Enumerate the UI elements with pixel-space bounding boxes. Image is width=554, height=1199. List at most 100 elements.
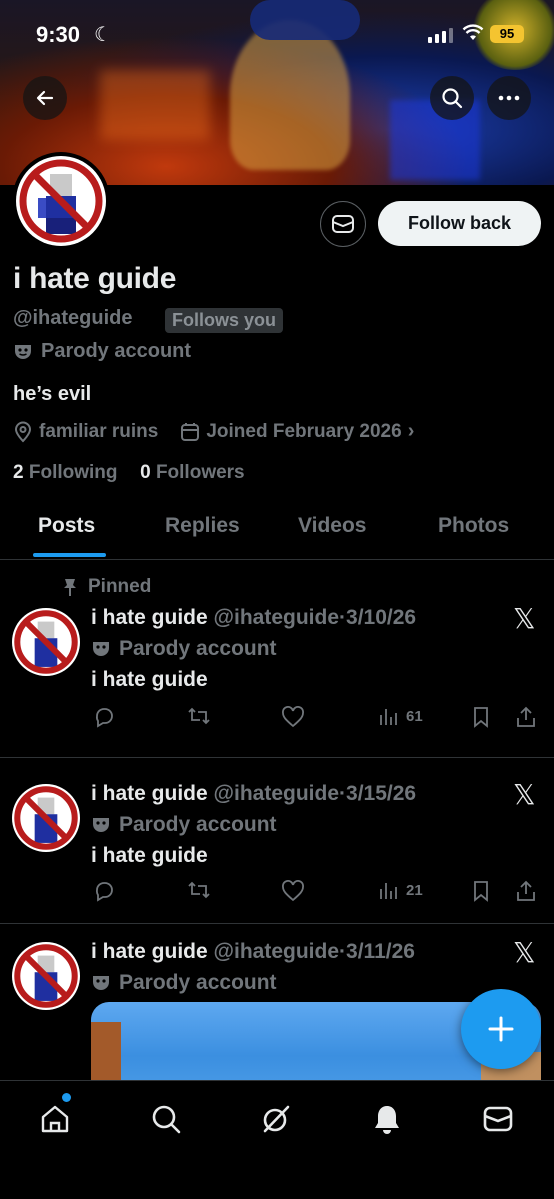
views-button[interactable]: 21 bbox=[378, 880, 423, 900]
nav-messages[interactable] bbox=[480, 1101, 516, 1137]
views-count: 21 bbox=[406, 881, 423, 899]
share-icon bbox=[517, 706, 535, 727]
nav-grok[interactable] bbox=[258, 1101, 294, 1137]
profile-avatar[interactable] bbox=[12, 152, 110, 250]
post-parody-label: Parody account bbox=[91, 637, 277, 661]
nav-search[interactable] bbox=[148, 1101, 184, 1137]
avatar-image bbox=[19, 159, 103, 243]
nav-notifications[interactable] bbox=[369, 1101, 405, 1137]
followers-link[interactable]: 0 Followers bbox=[140, 462, 245, 483]
profile-joined[interactable]: Joined February 2026 bbox=[206, 421, 401, 443]
profile-display-name: i hate guide bbox=[13, 262, 177, 295]
cellular-signal-icon bbox=[428, 28, 453, 43]
profile-tabs: Posts Replies Videos Photos bbox=[0, 508, 554, 560]
post-text: i hate guide bbox=[91, 844, 208, 867]
follows-you-badge: Follows you bbox=[165, 308, 284, 333]
post-header: i hate guide @ihateguide·3/15/26 bbox=[91, 782, 416, 806]
repost-icon bbox=[188, 881, 210, 899]
post-separator: · bbox=[339, 940, 347, 963]
moon-icon: ☾ bbox=[94, 24, 112, 46]
profile-handle: @ihateguide bbox=[13, 307, 133, 329]
following-count: 2 bbox=[13, 462, 24, 483]
follow-back-button[interactable]: Follow back bbox=[378, 201, 541, 246]
like-button[interactable] bbox=[281, 880, 305, 902]
reply-icon bbox=[95, 708, 113, 728]
followers-count: 0 bbox=[140, 462, 151, 483]
post-item[interactable]: i hate guide @ihateguide·3/15/26 𝕏 Parod… bbox=[0, 758, 554, 924]
bell-icon bbox=[375, 1106, 399, 1134]
repost-icon bbox=[188, 707, 210, 725]
follow-stats: 2 Following 0 Followers bbox=[13, 462, 245, 484]
bookmark-icon bbox=[474, 881, 488, 902]
post-parody-label: Parody account bbox=[91, 971, 277, 995]
post-author-name[interactable]: i hate guide bbox=[91, 940, 208, 963]
bookmark-button[interactable] bbox=[471, 706, 491, 728]
bookmark-button[interactable] bbox=[471, 880, 491, 902]
battery-indicator: 95 bbox=[490, 25, 524, 43]
post-date: 3/10/26 bbox=[346, 606, 417, 629]
profile-location: familiar ruins bbox=[39, 420, 159, 442]
post-avatar[interactable] bbox=[12, 942, 80, 1010]
post-author-name[interactable]: i hate guide bbox=[91, 782, 208, 805]
x-logo-icon: 𝕏 bbox=[513, 778, 536, 811]
parody-text: Parody account bbox=[41, 340, 192, 362]
like-button[interactable] bbox=[281, 706, 305, 728]
reply-button[interactable] bbox=[93, 880, 115, 902]
tab-replies[interactable]: Replies bbox=[165, 514, 240, 538]
home-icon bbox=[41, 1105, 69, 1133]
compose-button[interactable] bbox=[461, 989, 541, 1069]
repost-button[interactable] bbox=[187, 880, 211, 900]
reply-icon bbox=[95, 882, 113, 902]
views-icon bbox=[380, 709, 397, 725]
views-icon bbox=[380, 883, 397, 899]
share-button[interactable] bbox=[515, 706, 537, 728]
chevron-right-icon[interactable]: › bbox=[408, 420, 415, 443]
message-button[interactable] bbox=[320, 201, 366, 247]
followers-label: Followers bbox=[155, 462, 245, 483]
post-item[interactable]: i hate guide @ihateguide·3/10/26 𝕏 Parod… bbox=[0, 560, 554, 758]
post-avatar[interactable] bbox=[12, 784, 80, 852]
post-date: 3/11/26 bbox=[346, 940, 415, 963]
back-arrow-icon bbox=[36, 90, 54, 106]
x-logo-icon: 𝕏 bbox=[513, 936, 536, 969]
mail-icon bbox=[483, 1106, 513, 1132]
grok-icon bbox=[263, 1105, 290, 1133]
reply-button[interactable] bbox=[93, 706, 115, 728]
parody-mask-icon bbox=[15, 344, 31, 359]
following-link[interactable]: 2 Following bbox=[13, 462, 118, 483]
post-actions: 21 bbox=[91, 880, 541, 906]
share-icon bbox=[517, 880, 535, 901]
like-icon bbox=[282, 706, 304, 728]
post-header: i hate guide @ihateguide·3/11/26 bbox=[91, 940, 415, 964]
search-icon bbox=[442, 88, 463, 109]
post-avatar[interactable] bbox=[12, 608, 80, 676]
parody-mask-icon bbox=[93, 976, 109, 990]
post-date: 3/15/26 bbox=[346, 782, 417, 805]
post-author-handle: @ihateguide bbox=[213, 606, 340, 629]
post-parody-text: Parody account bbox=[119, 637, 277, 660]
status-time: 9:30 bbox=[36, 22, 81, 47]
repost-button[interactable] bbox=[187, 706, 211, 726]
post-header: i hate guide @ihateguide·3/10/26 bbox=[91, 606, 416, 630]
share-button[interactable] bbox=[515, 880, 537, 902]
like-icon bbox=[282, 880, 304, 902]
search-icon bbox=[152, 1105, 181, 1134]
status-bar: 9:30 ☾ 95 bbox=[0, 0, 554, 70]
post-parody-text: Parody account bbox=[119, 971, 277, 994]
post-parody-text: Parody account bbox=[119, 813, 277, 836]
views-button[interactable]: 61 bbox=[378, 706, 423, 726]
nav-home[interactable] bbox=[37, 1101, 73, 1137]
post-author-handle: @ihateguide bbox=[213, 940, 340, 963]
parody-mask-icon bbox=[93, 642, 109, 656]
more-button[interactable] bbox=[487, 76, 531, 120]
tab-videos[interactable]: Videos bbox=[298, 514, 366, 538]
post-author-name[interactable]: i hate guide bbox=[91, 606, 208, 629]
views-count: 61 bbox=[406, 707, 423, 725]
back-button[interactable] bbox=[23, 76, 67, 120]
search-button[interactable] bbox=[430, 76, 474, 120]
home-notification-dot bbox=[62, 1093, 71, 1102]
post-author-handle: @ihateguide bbox=[213, 782, 340, 805]
tab-photos[interactable]: Photos bbox=[438, 514, 509, 538]
active-tab-indicator bbox=[33, 553, 106, 557]
tab-posts[interactable]: Posts bbox=[38, 514, 95, 538]
